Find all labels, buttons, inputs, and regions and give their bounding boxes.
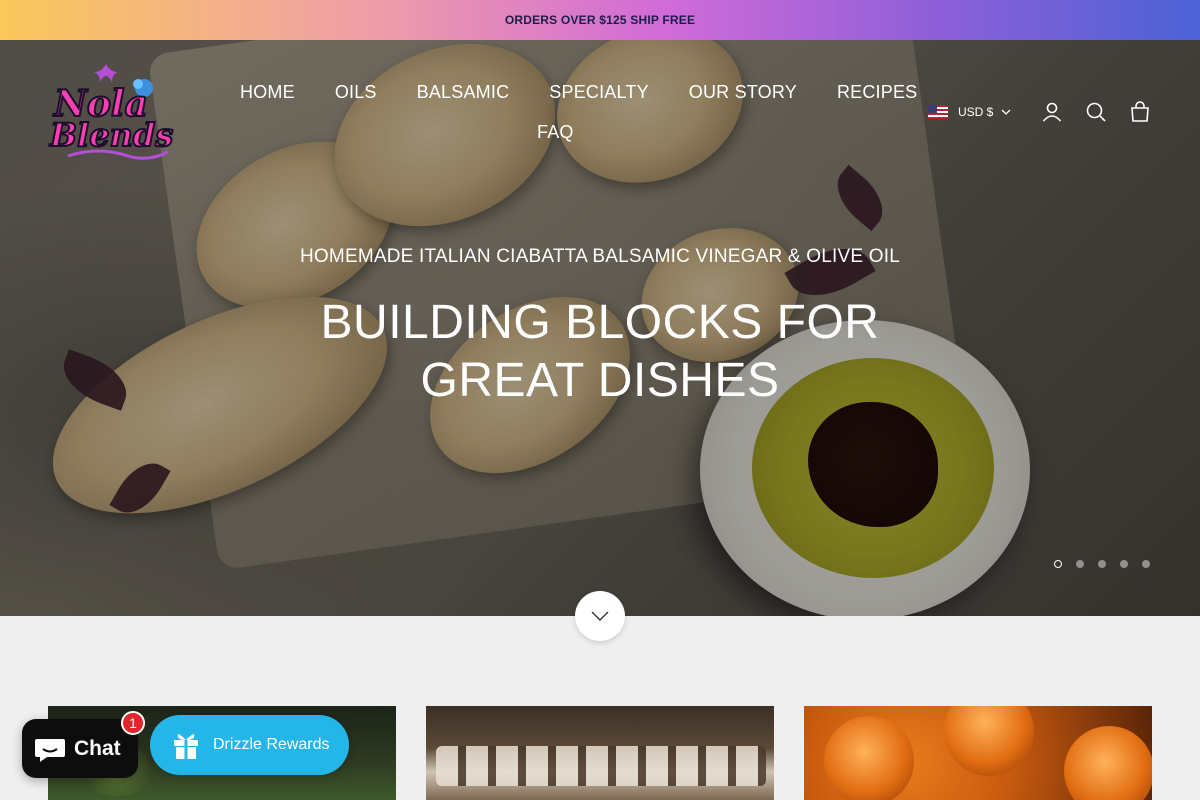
nav-faq[interactable]: FAQ [537, 122, 574, 142]
slide-dot[interactable] [1098, 560, 1106, 568]
currency-label: USD $ [958, 105, 994, 119]
hero-title: BUILDING BLOCKS FOR GREAT DISHES [320, 296, 880, 407]
chat-bubble-icon [35, 738, 65, 762]
hero-subtitle: HOMEMADE ITALIAN CIABATTA BALSAMIC VINEG… [300, 246, 900, 267]
card-bottle [944, 706, 1034, 776]
brand-logo[interactable]: Nola Blends [48, 60, 180, 166]
collection-card[interactable] [804, 706, 1152, 800]
search-icon[interactable] [1084, 100, 1108, 124]
nav-our-story[interactable]: OUR STORY [689, 78, 797, 106]
gift-icon [174, 734, 198, 759]
slide-dot[interactable] [1120, 560, 1128, 568]
card-plates [436, 746, 766, 786]
account-icon[interactable] [1040, 100, 1064, 124]
card-bottle [824, 716, 914, 800]
rewards-label: Drizzle Rewards [213, 736, 330, 753]
nav-home[interactable]: HOME [240, 78, 295, 106]
announcement-text: ORDERS OVER $125 SHIP FREE [504, 13, 696, 27]
rewards-button[interactable]: Drizzle Rewards [150, 715, 349, 775]
collection-card[interactable] [426, 706, 774, 800]
chat-notification-badge: 1 [121, 711, 145, 735]
slide-dot[interactable] [1054, 560, 1062, 568]
chevron-down-icon [1001, 109, 1011, 115]
currency-selector[interactable]: USD $ [928, 105, 1011, 119]
header-tools: USD $ [928, 98, 1158, 126]
svg-text:Blends: Blends [49, 116, 173, 154]
chat-label: Chat [74, 736, 121, 760]
announcement-bar: ORDERS OVER $125 SHIP FREE [0, 0, 1200, 40]
nav-balsamic[interactable]: BALSAMIC [417, 78, 510, 106]
nav-recipes[interactable]: RECIPES [837, 78, 917, 106]
cart-icon[interactable] [1128, 100, 1152, 124]
chevron-down-icon [591, 611, 609, 621]
slide-dot[interactable] [1142, 560, 1150, 568]
nav-oils[interactable]: OILS [335, 78, 377, 106]
main-nav: HOME OILS BALSAMIC SPECIALTY OUR STORY R… [220, 78, 917, 142]
card-bottle [1064, 726, 1152, 800]
chat-button[interactable]: Chat [22, 719, 138, 778]
scroll-down-button[interactable] [575, 591, 625, 641]
nav-specialty[interactable]: SPECIALTY [549, 78, 649, 106]
slide-dot[interactable] [1076, 560, 1084, 568]
us-flag-icon [928, 105, 948, 119]
slideshow-pagination [1054, 560, 1150, 568]
